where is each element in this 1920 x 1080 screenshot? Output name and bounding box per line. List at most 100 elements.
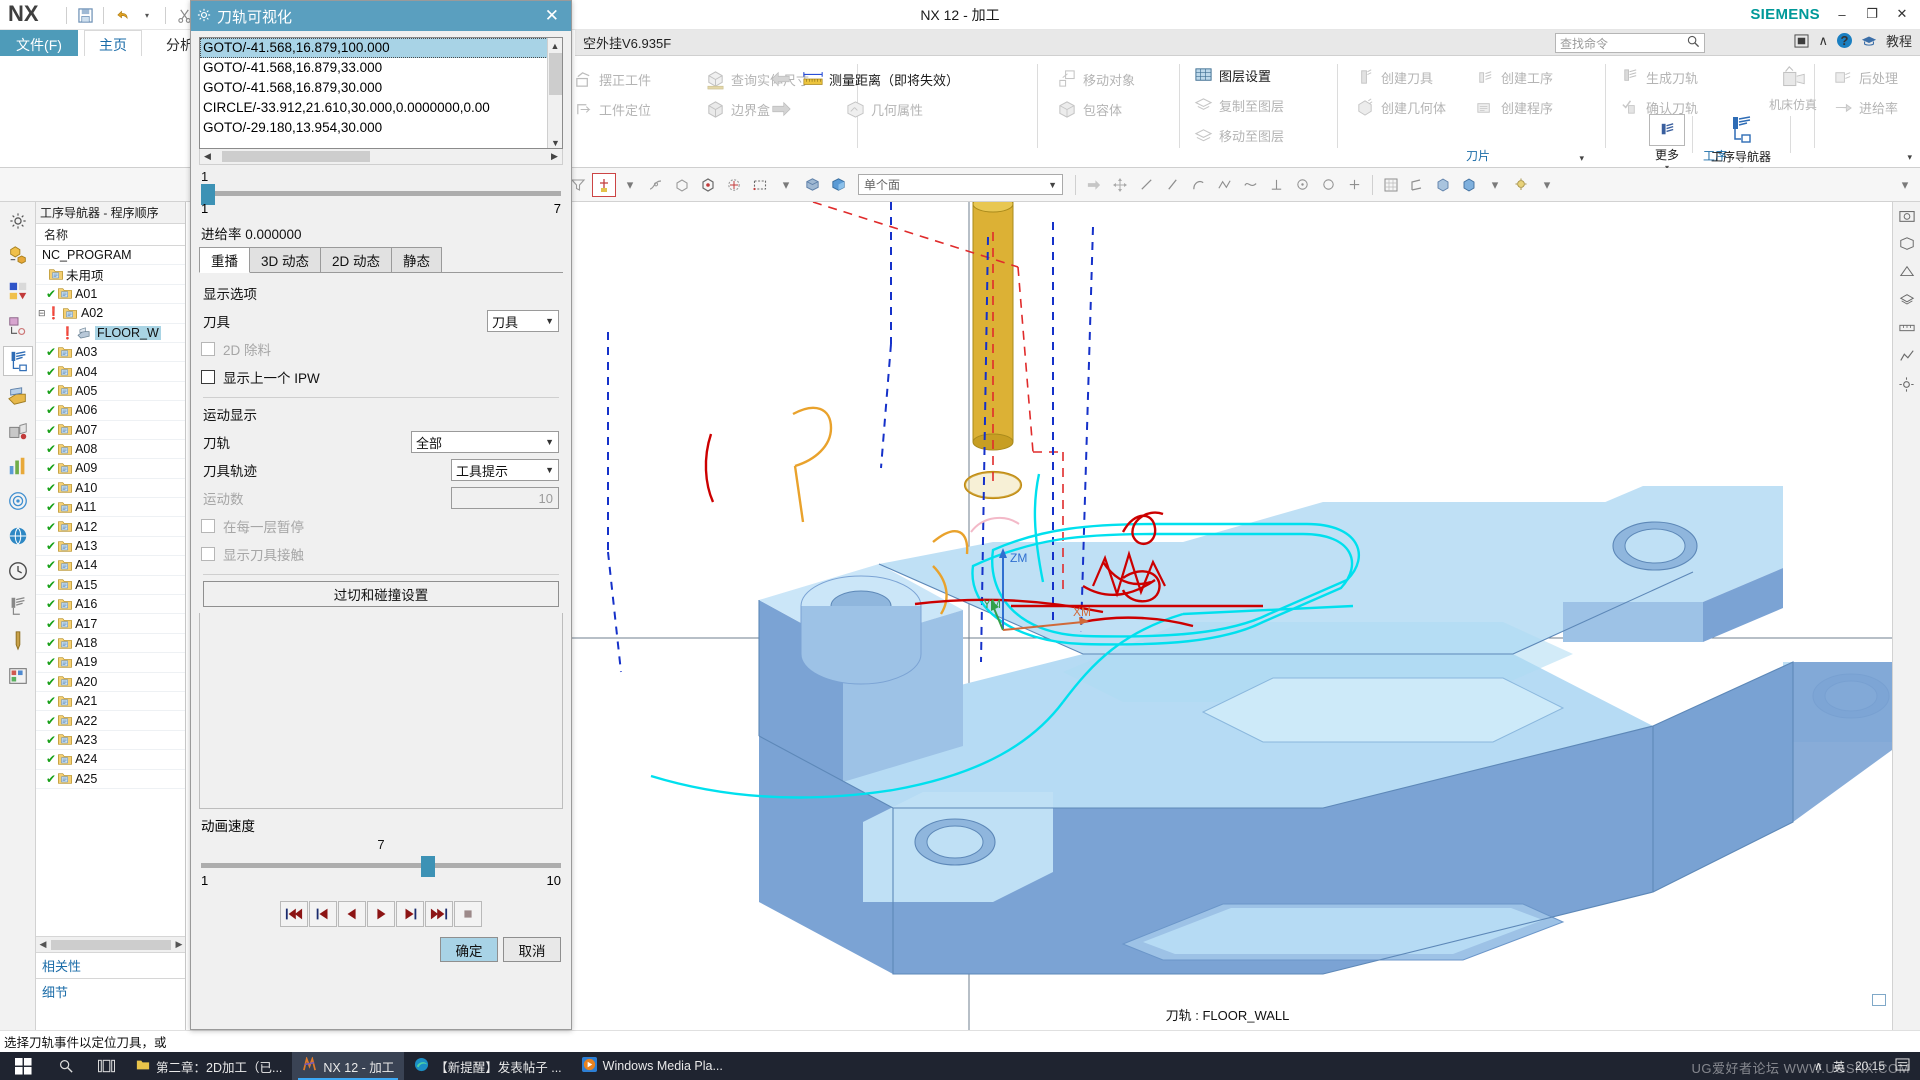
grid-icon[interactable]	[1379, 173, 1403, 197]
ribbon-item-post-process[interactable]: 后处理	[1828, 62, 1918, 92]
light-chevron-down-icon[interactable]: ▾	[1535, 173, 1559, 197]
tree-row[interactable]: ✔ A01	[36, 285, 185, 305]
tree-row[interactable]: ✔ A05	[36, 382, 185, 402]
cube-icon[interactable]	[1431, 173, 1455, 197]
tree-row[interactable]: ✔ A22	[36, 711, 185, 731]
gcode-listbox[interactable]: GOTO/-41.568,16.879,100.000 GOTO/-41.568,…	[199, 37, 563, 149]
gcode-line[interactable]: GOTO/-29.180,13.954,30.000	[200, 118, 562, 138]
toolpath-dropdown[interactable]: 全部 ▼	[411, 431, 559, 453]
ribbon-item-move-to-layer[interactable]: 移动至图层	[1188, 120, 1338, 150]
navigator-section-dependencies[interactable]: 相关性	[36, 952, 185, 978]
plus-icon[interactable]	[1342, 173, 1366, 197]
stop-button[interactable]	[454, 901, 482, 927]
chevron-down-icon[interactable]: ▼	[545, 465, 554, 475]
perpendicular-icon[interactable]	[1264, 173, 1288, 197]
circle-dot-icon[interactable]	[1290, 173, 1314, 197]
gcode-hscroll-thumb[interactable]	[222, 151, 370, 162]
gcode-line[interactable]: GOTO/-41.568,16.879,100.000	[200, 38, 562, 58]
tree-row[interactable]: ✔ A20	[36, 673, 185, 692]
gcode-line[interactable]: CIRCLE/-33.912,21.610,30.000,0.0000000,0…	[200, 98, 562, 118]
navigator-horizontal-scrollbar[interactable]: ◀ ▶	[36, 936, 185, 952]
collapse-ribbon-icon[interactable]: ∧	[1818, 33, 1828, 49]
rectangle-select-chevron-down-icon[interactable]: ▾	[774, 173, 798, 197]
graphics-viewport[interactable]: ZM YM XM 刀轨 : FLOOR_WALL	[563, 202, 1892, 1030]
animation-speed-track[interactable]	[201, 863, 561, 868]
checkbox-show-tool-contact[interactable]	[201, 547, 215, 561]
manufacturing-wizard-icon[interactable]	[3, 416, 33, 446]
tree-row[interactable]: ✔ A24	[36, 750, 185, 770]
navigator-section-details[interactable]: 细节	[36, 978, 185, 1004]
datum-icon[interactable]	[1405, 173, 1429, 197]
tree-row[interactable]: ✔ A06	[36, 401, 185, 421]
tree-row[interactable]: ✔ A12	[36, 517, 185, 537]
dialog-close-icon[interactable]: ✕	[539, 6, 565, 26]
arrow-right-icon[interactable]	[1082, 173, 1106, 197]
search-icon[interactable]	[1687, 35, 1700, 51]
sidebar-item-operation-navigator[interactable]	[2, 346, 33, 376]
tab-static[interactable]: 静态	[391, 247, 443, 272]
forward-all-button[interactable]	[425, 901, 453, 927]
minimize-button[interactable]: –	[1828, 2, 1856, 26]
circle-center-icon[interactable]	[722, 173, 746, 197]
tree-row[interactable]: ✔ A10	[36, 479, 185, 499]
tree-row[interactable]: ✔ A17	[36, 614, 185, 634]
tray-chevron-icon[interactable]: ∧	[1814, 1059, 1823, 1073]
ribbon-item-machine-simulation[interactable]: 机床仿真	[1756, 62, 1830, 113]
checkbox-pause-each-layer-row[interactable]: 在每一层暂停	[201, 512, 561, 540]
tree-row[interactable]: ✔ A14	[36, 556, 185, 576]
scroll-left-icon[interactable]: ◀	[36, 939, 50, 950]
tray-notification-icon[interactable]	[1895, 1058, 1910, 1074]
drill-icon[interactable]	[3, 626, 33, 656]
step-back-all-button[interactable]	[309, 901, 337, 927]
hscroll-right-icon[interactable]: ▶	[547, 151, 562, 162]
reuse-library-icon[interactable]	[3, 311, 33, 341]
settings-icon[interactable]	[1896, 374, 1918, 394]
ribbon-item-measure-distance[interactable]: 测量距离（即将失效）	[798, 64, 1038, 94]
chevron-down-icon[interactable]: ▼	[1048, 180, 1057, 190]
checkbox-show-ipw-row[interactable]: 显示上一个 IPW	[201, 363, 561, 391]
step-forward-button[interactable]	[396, 901, 424, 927]
tree-row[interactable]: ✔ A21	[36, 692, 185, 712]
ribbon-item-create-operation[interactable]: 创建工序	[1470, 62, 1600, 92]
ribbon-item-feed-rate[interactable]: 进给率	[1828, 92, 1918, 122]
tool-trace-dropdown[interactable]: 工具提示 ▼	[451, 459, 559, 481]
ribbon-item-move-object[interactable]: 移动对象	[1052, 64, 1180, 94]
shade-style-icon[interactable]	[800, 173, 824, 197]
ribbon-item-geometric-properties[interactable]: 几何属性	[798, 94, 1038, 124]
taskbar-item-nx[interactable]: NX 12 - 加工	[292, 1052, 405, 1080]
model-view-icon[interactable]	[1896, 234, 1918, 254]
toolpath-visualization-dialog[interactable]: 刀轨可视化 ✕ GOTO/-41.568,16.879,100.000 GOTO/…	[190, 0, 572, 1030]
restore-window-icon[interactable]	[1794, 33, 1809, 48]
assembly-navigator-icon[interactable]	[3, 241, 33, 271]
gcode-scroll-thumb[interactable]	[549, 53, 562, 95]
maximize-button[interactable]: ❐	[1858, 2, 1886, 26]
line-icon[interactable]	[1134, 173, 1158, 197]
undo-dropdown-icon[interactable]: ▾	[136, 4, 158, 26]
dialog-title-bar[interactable]: 刀轨可视化 ✕	[191, 1, 571, 31]
tree-row[interactable]: ✔ A23	[36, 731, 185, 751]
tree-row[interactable]: ✔ A03	[36, 343, 185, 363]
tree-row[interactable]: 未用项	[36, 265, 185, 285]
tree-row[interactable]: ✔ A04	[36, 362, 185, 382]
animation-speed-thumb[interactable]	[420, 856, 435, 877]
toolpath-list-icon[interactable]	[3, 591, 33, 621]
viewbar-overflow-icon[interactable]: ▾	[1896, 173, 1920, 197]
play-back-button[interactable]	[338, 901, 366, 927]
tab-replay[interactable]: 重播	[199, 247, 250, 273]
scroll-down-icon[interactable]: ▼	[548, 135, 562, 148]
tool-dropdown[interactable]: 刀具 ▼	[487, 310, 559, 332]
checkbox-show-ipw[interactable]	[201, 370, 215, 384]
light-icon[interactable]	[1509, 173, 1533, 197]
tab-3d-dynamic[interactable]: 3D 动态	[249, 247, 322, 272]
tree-row[interactable]: ✔ A13	[36, 537, 185, 557]
gcode-horizontal-scrollbar[interactable]: ◀ ▶	[199, 149, 563, 165]
tutorial-icon[interactable]	[1861, 35, 1877, 47]
tray-ime-indicator[interactable]: 英	[1833, 1058, 1845, 1075]
web-chart-icon[interactable]	[3, 451, 33, 481]
machine-tool-icon[interactable]	[3, 381, 33, 411]
tree-row[interactable]: ✔ A11	[36, 498, 185, 518]
snap-point-chevron-down-icon[interactable]: ▾	[618, 173, 642, 197]
ribbon-big-operation-navigator[interactable]: 工序导航器 ▾	[1700, 114, 1782, 174]
tree-row[interactable]: ❗ FLOOR_W	[36, 324, 185, 343]
circle-icon[interactable]	[1316, 173, 1340, 197]
